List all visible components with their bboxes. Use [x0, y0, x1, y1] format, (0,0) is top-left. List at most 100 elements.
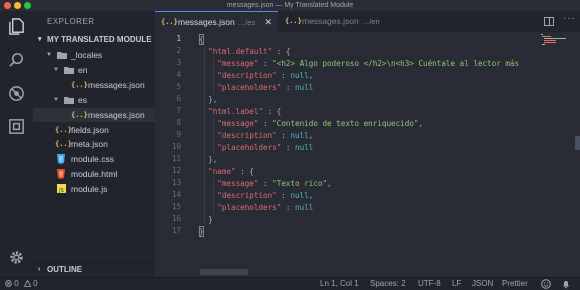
- code-line[interactable]: "name" : {: [199, 166, 254, 178]
- code-line[interactable]: }: [199, 214, 213, 226]
- line-number: 15: [171, 202, 181, 211]
- code-token: "description": [217, 71, 277, 80]
- code-line[interactable]: "placeholders" : null: [199, 202, 313, 214]
- line-number: 12: [171, 166, 181, 175]
- code-line[interactable]: "description" : null,: [199, 190, 313, 202]
- indentation-setting[interactable]: Spaces: 2: [370, 278, 406, 290]
- tab-es-messages-json[interactable]: {..} messages.json …/es ✕: [155, 11, 278, 32]
- code-token: :: [258, 119, 273, 128]
- code-line[interactable]: "message" : "Texto rico",: [199, 178, 332, 190]
- tree-item-module-js[interactable]: JS module.js: [33, 182, 155, 196]
- svg-text:JS: JS: [58, 188, 64, 193]
- feedback-smiley-icon[interactable]: [541, 279, 551, 290]
- code-token: ,: [418, 119, 424, 128]
- tree-item-module-html[interactable]: module.html: [33, 167, 155, 181]
- settings-gear-icon[interactable]: [7, 248, 26, 267]
- tab-filename: messages.json: [302, 16, 359, 26]
- code-token: :: [276, 71, 291, 80]
- tree-item-en-messages-json[interactable]: {..} messages.json: [33, 78, 155, 92]
- code-token: "message": [217, 179, 259, 188]
- line-number: 4: [176, 70, 181, 79]
- problems-indicator[interactable]: 0 0: [5, 278, 38, 290]
- code-token: },: [199, 155, 218, 164]
- cursor-position[interactable]: Ln 1, Col 1: [320, 278, 359, 290]
- minimap-line: [544, 40, 556, 41]
- code-line[interactable]: "placeholders" : null: [199, 142, 313, 154]
- code-line[interactable]: "description" : null,: [199, 130, 313, 142]
- tree-item-es-messages-json[interactable]: {..} messages.json: [33, 108, 155, 122]
- minimap[interactable]: [539, 32, 573, 277]
- workspace-section-header[interactable]: ▾ MY TRANSLATED MODULE: [33, 33, 155, 47]
- css-file-icon: [57, 154, 65, 164]
- line-number: 1: [176, 34, 181, 43]
- activity-bar: [0, 11, 33, 277]
- code-token: "Texto rico": [272, 179, 328, 188]
- tree-item-module-css[interactable]: module.css: [33, 152, 155, 166]
- tree-item-fields-json[interactable]: {..} fields.json: [33, 123, 155, 137]
- tree-item-locales-folder[interactable]: ▼ _locales: [33, 48, 155, 62]
- tree-item-label: messages.json: [88, 80, 145, 90]
- language-mode[interactable]: JSON: [472, 278, 493, 290]
- chevron-down-icon: ▼: [53, 67, 59, 73]
- js-file-icon: JS: [57, 184, 66, 193]
- code-token: "description": [217, 131, 277, 140]
- code-token: : {: [235, 167, 254, 176]
- vertical-scroll-thumb[interactable]: [575, 136, 580, 150]
- vertical-scrollbar[interactable]: [575, 32, 580, 277]
- code-line[interactable]: "html.label" : {: [199, 106, 281, 118]
- extensions-icon[interactable]: [7, 117, 26, 136]
- tree-item-label: messages.json: [88, 110, 145, 120]
- code-line[interactable]: "message" : "<h2> Algo poderoso </h2>\n<…: [199, 58, 519, 70]
- code-content[interactable]: { "html.default" : { "message" : "<h2> A…: [199, 32, 539, 277]
- code-token: "placeholders": [217, 143, 282, 152]
- explorer-icon[interactable]: [7, 17, 26, 36]
- close-tab-icon[interactable]: ✕: [264, 12, 272, 33]
- outline-section-header[interactable]: › OUTLINE: [33, 262, 155, 277]
- tree-item-meta-json[interactable]: {..} meta.json: [33, 137, 155, 151]
- line-number: 5: [176, 82, 181, 91]
- split-editor-icon[interactable]: [544, 17, 554, 26]
- folder-icon: [64, 67, 74, 74]
- code-token: "Contenido de texto enriquecido": [272, 119, 419, 128]
- code-line[interactable]: "message" : "Contenido de texto enriquec…: [199, 118, 423, 130]
- code-line[interactable]: },: [199, 94, 217, 106]
- line-number: 16: [171, 214, 181, 223]
- line-number: 13: [171, 178, 181, 187]
- end-of-line[interactable]: LF: [452, 278, 461, 290]
- minimap-line: [544, 42, 556, 43]
- code-line[interactable]: "placeholders" : null: [199, 82, 313, 94]
- warning-icon: [23, 279, 32, 287]
- file-encoding[interactable]: UTF-8: [418, 278, 441, 290]
- search-icon[interactable]: [7, 51, 26, 70]
- horizontal-scroll-thumb[interactable]: [200, 269, 248, 275]
- folder-icon: [64, 97, 74, 104]
- code-token: : {: [272, 47, 291, 56]
- debug-icon[interactable]: [7, 84, 26, 103]
- folder-icon: [57, 52, 67, 59]
- tree-item-label: es: [78, 95, 87, 105]
- tree-item-en-folder[interactable]: ▼ en: [33, 63, 155, 77]
- code-line[interactable]: {: [199, 34, 204, 46]
- json-file-icon: {..}: [55, 126, 72, 134]
- code-token: ,: [327, 179, 332, 188]
- more-actions-icon[interactable]: ···: [563, 13, 576, 24]
- code-line[interactable]: "description" : null,: [199, 70, 313, 82]
- tree-item-label: fields.json: [71, 125, 109, 135]
- code-token: :: [258, 59, 273, 68]
- notifications-bell-icon[interactable]: [561, 279, 571, 290]
- code-token: }: [199, 215, 213, 224]
- code-line[interactable]: "html.default" : {: [199, 46, 290, 58]
- code-token: "message": [217, 59, 259, 68]
- tree-item-es-folder[interactable]: ▼ es: [33, 93, 155, 107]
- json-file-icon: {..}: [71, 111, 88, 119]
- tab-en-messages-json[interactable]: {..} messages.json …/en: [279, 11, 389, 32]
- tab-filename: messages.json: [178, 17, 235, 27]
- code-line[interactable]: },: [199, 154, 217, 166]
- code-token: "placeholders": [217, 83, 282, 92]
- code-line[interactable]: }: [199, 226, 204, 238]
- formatter-status[interactable]: Prettier: [502, 278, 528, 290]
- line-number: 7: [176, 106, 181, 115]
- code-editor[interactable]: 1 2 3 4 5 6 7 8 9 10 11 12 13 14 15 16 17 { "html.defaul…: [155, 32, 580, 277]
